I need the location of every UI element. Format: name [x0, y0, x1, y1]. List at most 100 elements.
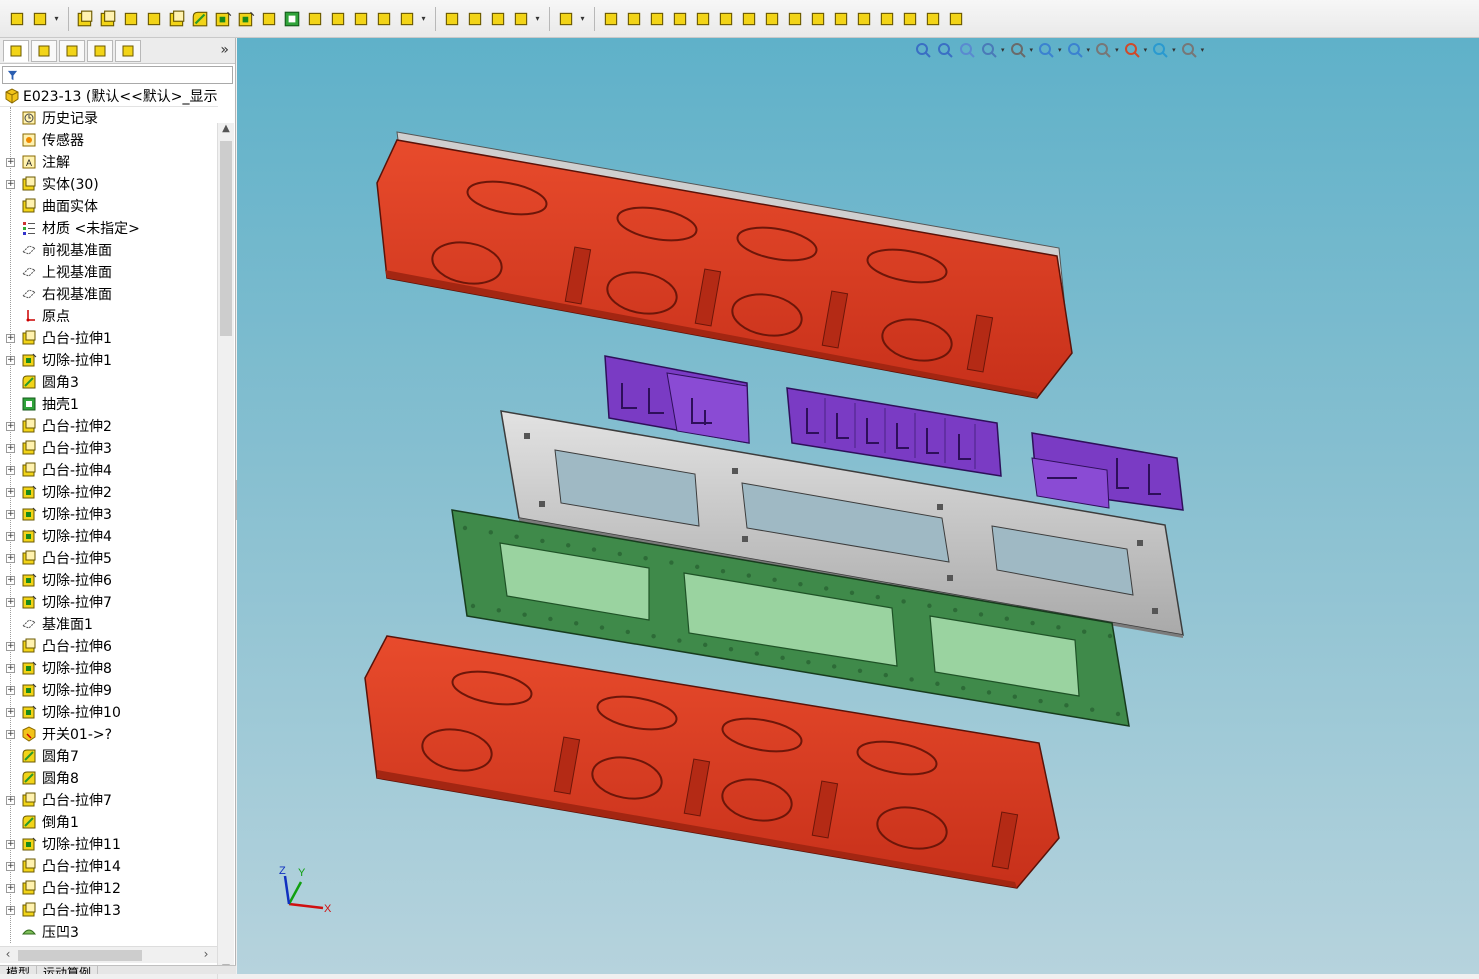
tree-item[interactable]: 圆角8: [0, 767, 217, 789]
tree-item[interactable]: + 凸台-拉伸7: [0, 789, 217, 811]
expand-icon[interactable]: +: [6, 157, 15, 167]
tree-item[interactable]: + 凸台-拉伸14: [0, 855, 217, 877]
tree-item[interactable]: + 凸台-拉伸2: [0, 415, 217, 437]
tree-item[interactable]: 传感器: [0, 129, 217, 151]
tree-item[interactable]: + 切除-拉伸2: [0, 481, 217, 503]
expand-icon[interactable]: +: [6, 487, 15, 497]
tree-item[interactable]: + 切除-拉伸4: [0, 525, 217, 547]
tree-item[interactable]: + 切除-拉伸1: [0, 349, 217, 371]
clip-group-left[interactable]: [604, 355, 750, 444]
tree-item[interactable]: 材质 <未指定>: [0, 217, 217, 239]
tree-item[interactable]: 压凹3: [0, 921, 217, 943]
dropdown-arrow-icon[interactable]: ▾: [52, 8, 61, 30]
reference-geometry-button[interactable]: [487, 8, 509, 30]
expand-icon[interactable]: +: [6, 575, 15, 585]
tree-item[interactable]: + 凸台-拉伸6: [0, 635, 217, 657]
model-scene[interactable]: [237, 38, 1479, 974]
tree-vertical-scrollbar[interactable]: ▲ ▼: [217, 123, 234, 979]
expand-icon[interactable]: +: [6, 421, 15, 431]
expand-icon[interactable]: +: [6, 443, 15, 453]
expand-icon[interactable]: +: [6, 839, 15, 849]
tree-item[interactable]: + 凸台-拉伸13: [0, 899, 217, 921]
expand-icon[interactable]: +: [6, 597, 15, 607]
tree-item[interactable]: 圆角7: [0, 745, 217, 767]
intersect-button[interactable]: [396, 8, 418, 30]
smart-dimension-button[interactable]: [623, 8, 645, 30]
new-part-button[interactable]: [6, 8, 28, 30]
tab-model[interactable]: 模型: [0, 966, 38, 974]
display-relations-button[interactable]: [945, 8, 967, 30]
expand-icon[interactable]: +: [6, 685, 15, 695]
tree-item[interactable]: + 切除-拉伸3: [0, 503, 217, 525]
expand-icon[interactable]: +: [6, 641, 15, 651]
spline-button[interactable]: [761, 8, 783, 30]
tree-item[interactable]: + 切除-拉伸6: [0, 569, 217, 591]
part-root-node[interactable]: E023-13 (默认<<默认>_显示: [0, 85, 218, 107]
clip-group-middle[interactable]: [786, 387, 1002, 477]
tree-item[interactable]: + 凸台-拉伸3: [0, 437, 217, 459]
cut-extrude-button[interactable]: [212, 8, 234, 30]
tree-horizontal-scrollbar[interactable]: ‹ ›: [0, 946, 217, 963]
scroll-up-icon[interactable]: ▲: [218, 123, 234, 139]
expand-icon[interactable]: +: [6, 531, 15, 541]
tree-item[interactable]: 右视基准面: [0, 283, 217, 305]
tree-item[interactable]: + 切除-拉伸8: [0, 657, 217, 679]
expand-icon[interactable]: +: [6, 707, 15, 717]
tree-item[interactable]: + 实体(30): [0, 173, 217, 195]
tree-item[interactable]: + 凸台-拉伸5: [0, 547, 217, 569]
tree-item[interactable]: 原点: [0, 305, 217, 327]
line-button[interactable]: [646, 8, 668, 30]
tree-item[interactable]: 曲面实体: [0, 195, 217, 217]
tree-item[interactable]: 倒角1: [0, 811, 217, 833]
point-button[interactable]: [830, 8, 852, 30]
expand-icon[interactable]: +: [6, 795, 15, 805]
hole-wizard-button[interactable]: [258, 8, 280, 30]
sweep-button[interactable]: [120, 8, 142, 30]
scroll-left-icon[interactable]: ‹: [0, 947, 16, 961]
tree-item[interactable]: + 切除-拉伸7: [0, 591, 217, 613]
tree-item[interactable]: 前视基准面: [0, 239, 217, 261]
slot-button[interactable]: [692, 8, 714, 30]
tree-item[interactable]: 圆角3: [0, 371, 217, 393]
boundary-boss-button[interactable]: [166, 8, 188, 30]
more-tabs-button[interactable]: »: [220, 42, 229, 58]
expand-icon[interactable]: +: [6, 355, 15, 365]
tree-item[interactable]: 上视基准面: [0, 261, 217, 283]
tree-item[interactable]: 抽壳1: [0, 393, 217, 415]
feature-tree-tab[interactable]: [3, 39, 29, 62]
scroll-right-icon[interactable]: ›: [198, 947, 214, 961]
tree-item[interactable]: + 凸台-拉伸12: [0, 877, 217, 899]
dome-button[interactable]: [350, 8, 372, 30]
center-button[interactable]: [853, 8, 875, 30]
sketch-button[interactable]: [600, 8, 622, 30]
upper-housing[interactable]: [376, 131, 1073, 399]
expand-icon[interactable]: +: [6, 905, 15, 915]
save-button[interactable]: [29, 8, 51, 30]
offset-button[interactable]: [807, 8, 829, 30]
property-manager-tab[interactable]: [31, 39, 57, 62]
linear-pattern-button[interactable]: [441, 8, 463, 30]
revolve-boss-button[interactable]: [97, 8, 119, 30]
cut-revolve-button[interactable]: [235, 8, 257, 30]
tree-item[interactable]: 基准面1: [0, 613, 217, 635]
fillet-button[interactable]: [189, 8, 211, 30]
tree-item[interactable]: + 凸台-拉伸4: [0, 459, 217, 481]
text-button[interactable]: [899, 8, 921, 30]
expand-icon[interactable]: +: [6, 861, 15, 871]
curves-button[interactable]: [510, 8, 532, 30]
tab-motion-study[interactable]: 运动算例: [37, 966, 99, 974]
feature-filter-input[interactable]: [2, 66, 233, 84]
tree-item[interactable]: + 切除-拉伸11: [0, 833, 217, 855]
loft-button[interactable]: [143, 8, 165, 30]
tree-item[interactable]: + 切除-拉伸9: [0, 679, 217, 701]
mirror-entities-button[interactable]: [922, 8, 944, 30]
extrude-boss-button[interactable]: [74, 8, 96, 30]
instant3d-button[interactable]: [555, 8, 577, 30]
configuration-manager-tab[interactable]: [59, 39, 85, 62]
mirror-button[interactable]: [464, 8, 486, 30]
wrap-button[interactable]: [373, 8, 395, 30]
expand-icon[interactable]: +: [6, 509, 15, 519]
trim-button[interactable]: [876, 8, 898, 30]
tree-item[interactable]: + 切除-拉伸10: [0, 701, 217, 723]
scroll-thumb[interactable]: [220, 141, 232, 336]
